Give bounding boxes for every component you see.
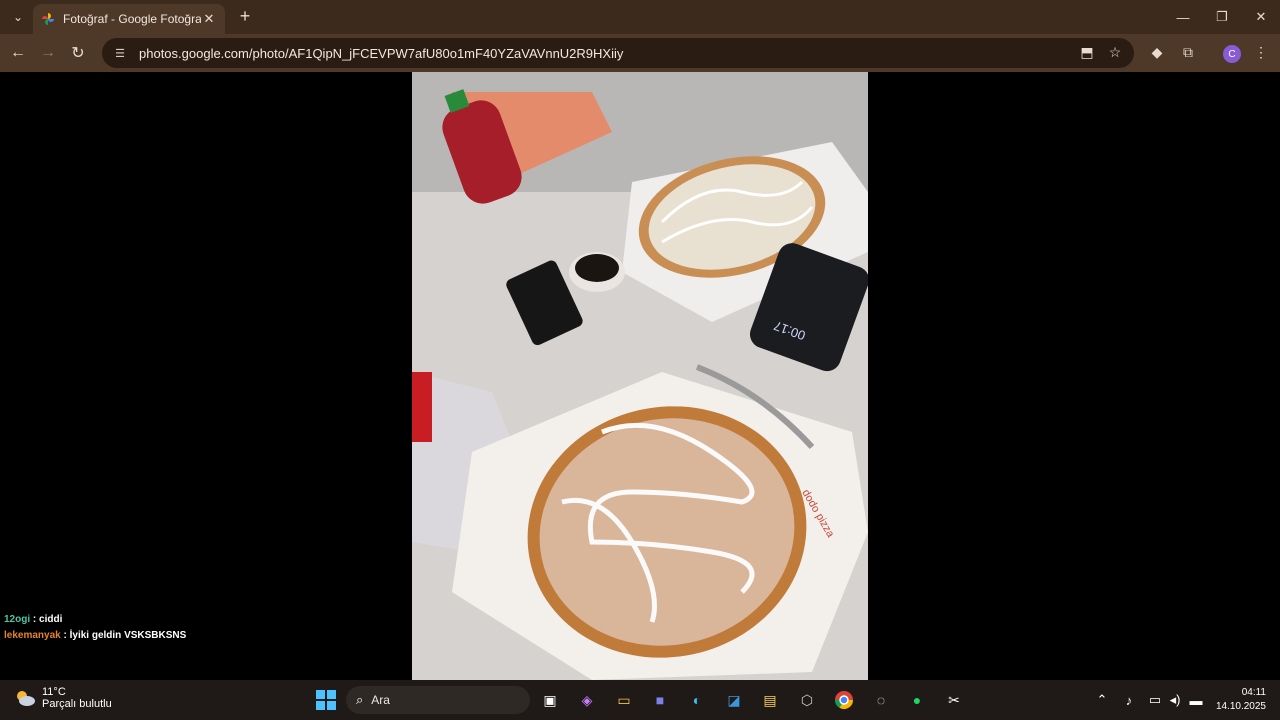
google-photos-icon — [41, 12, 55, 26]
tab-google-photos[interactable]: Fotoğraf - Google Fotoğraflar ✕ — [33, 4, 225, 34]
copilot-icon[interactable]: ◈ — [575, 688, 599, 712]
file-explorer-icon[interactable]: ▭ — [612, 688, 636, 712]
chat-line: lekemanyak : İyiki geldin VSKSBKSNS — [4, 628, 186, 644]
clock-date: 14.10.2025 — [1215, 701, 1266, 712]
tab-search-button[interactable]: ⌄ — [6, 6, 30, 28]
chat-username: lekemanyak — [4, 630, 61, 641]
address-bar[interactable]: ☰ photos.google.com/photo/AF1QipN_jFCEVP… — [102, 38, 1134, 68]
tab-close-icon[interactable]: ✕ — [201, 11, 217, 27]
weather-condition: Parçalı bulutlu — [42, 698, 112, 710]
app-notification-icon[interactable]: ◌ — [869, 688, 893, 712]
browser-toolbar: ← → ↻ ☰ photos.google.com/photo/AF1QipN_… — [0, 34, 1280, 72]
teams-icon[interactable]: ■ — [648, 688, 672, 712]
weather-widget[interactable]: 11°C Parçalı bulutlu — [14, 686, 112, 710]
extensions-puzzle-icon[interactable]: ⧉ — [1177, 41, 1199, 63]
edge-icon[interactable]: ◐ — [685, 688, 709, 712]
url-text: photos.google.com/photo/AF1QipN_jFCEVPW7… — [139, 45, 624, 61]
windows-start-icon[interactable] — [314, 688, 338, 712]
store-icon[interactable]: ▤ — [758, 688, 782, 712]
weather-temp: 11°C — [42, 686, 66, 698]
more-menu-icon[interactable]: ⋮ — [1250, 41, 1272, 63]
chat-message: İyiki geldin VSKSBKSNS — [69, 630, 187, 641]
extension-diamond-icon[interactable]: ◆ — [1146, 41, 1168, 63]
chat-separator: : — [30, 614, 40, 625]
forward-button[interactable]: → — [36, 41, 60, 65]
tray-chevron-icon[interactable]: ⌃ — [1091, 688, 1113, 712]
chat-username: 12ogi — [4, 614, 31, 625]
snipping-tool-icon[interactable]: ✂ — [942, 688, 966, 712]
maximize-button[interactable]: ❐ — [1203, 0, 1241, 34]
photo-viewer: 00:17 dodo pizza 12ogi : ciddi lekemanya… — [0, 72, 1280, 680]
taskbar-clock[interactable]: 04:11 14.10.2025 — [1210, 686, 1266, 714]
taskbar-search[interactable]: ⌕ Ara — [346, 686, 530, 714]
microphone-icon[interactable]: ♪ — [1118, 688, 1140, 712]
chat-separator: : — [60, 630, 70, 641]
reload-button[interactable]: ↻ — [66, 41, 90, 65]
tab-title: Fotoğraf - Google Fotoğraflar — [63, 12, 201, 26]
search-icon: ⌕ — [356, 692, 364, 707]
clock-time: 04:11 — [1241, 687, 1266, 698]
task-view-icon[interactable]: ▣ — [538, 688, 562, 712]
battery-icon[interactable]: ▬ — [1185, 688, 1207, 712]
app-blue-icon[interactable]: ◪ — [722, 688, 746, 712]
spotify-icon[interactable]: ● — [905, 688, 929, 712]
network-icon[interactable]: ▭ — [1144, 688, 1166, 712]
chat-message: ciddi — [39, 614, 63, 625]
close-window-button[interactable]: ✕ — [1242, 0, 1280, 34]
partly-cloudy-icon — [14, 687, 36, 709]
bookmark-star-icon[interactable]: ☆ — [1104, 41, 1126, 63]
taskbar: 11°C Parçalı bulutlu ⌕ Ara ▣ ◈ ▭ ■ ◐ ◪ ▤… — [0, 680, 1280, 720]
volume-icon[interactable]: ◂) — [1164, 688, 1186, 712]
app-hex-icon[interactable]: ⬡ — [795, 688, 819, 712]
search-placeholder: Ara — [371, 693, 390, 707]
tab-strip: ⌄ Fotoğraf - Google Fotoğraflar ✕ + — ❐ … — [0, 0, 1280, 34]
chat-overlay: 12ogi : ciddi lekemanyak : İyiki geldin … — [4, 612, 186, 644]
install-app-icon[interactable]: ⬒ — [1076, 41, 1098, 63]
minimize-button[interactable]: — — [1164, 0, 1202, 34]
chat-line: 12ogi : ciddi — [4, 612, 186, 628]
profile-avatar[interactable]: C — [1223, 45, 1241, 63]
chrome-icon[interactable] — [832, 688, 856, 712]
site-info-icon[interactable]: ☰ — [110, 43, 130, 63]
pizza-photo[interactable]: 00:17 dodo pizza — [412, 72, 868, 680]
new-tab-button[interactable]: + — [234, 6, 256, 28]
back-button[interactable]: ← — [6, 41, 30, 65]
